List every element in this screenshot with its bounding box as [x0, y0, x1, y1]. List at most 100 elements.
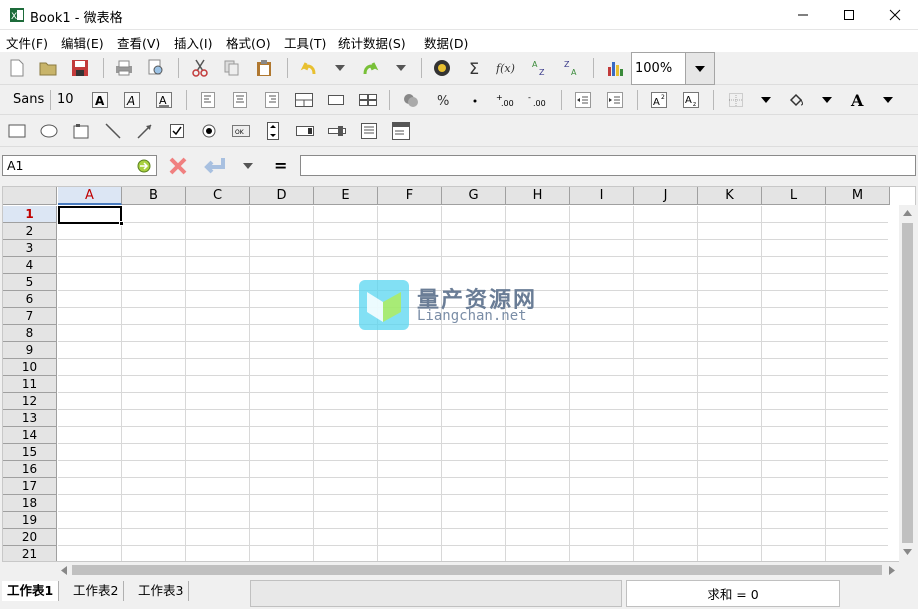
- chart-icon[interactable]: [603, 56, 627, 80]
- row-header[interactable]: 21: [3, 546, 57, 561]
- column-header[interactable]: L: [762, 187, 826, 205]
- row-header[interactable]: 2: [3, 223, 57, 240]
- open-folder-icon[interactable]: [36, 56, 60, 80]
- column-header[interactable]: H: [506, 187, 570, 205]
- sheet-tab-1[interactable]: 工作表1: [2, 581, 60, 601]
- row-header[interactable]: 17: [3, 478, 57, 495]
- spreadsheet-grid[interactable]: ABCDEFGHIJKLM 1 2 3 4 5 6 7 8 9 10 11 12 13 14 15 16 17 1…: [2, 186, 916, 562]
- row-header[interactable]: 16: [3, 461, 57, 478]
- rectangle-icon[interactable]: [5, 119, 29, 143]
- zoom-input[interactable]: [631, 52, 686, 85]
- merge-cells-icon[interactable]: [292, 88, 316, 112]
- menu-tools[interactable]: 工具(T): [284, 33, 326, 52]
- decrease-indent-icon[interactable]: [571, 88, 595, 112]
- font-name-selector[interactable]: Sans: [13, 92, 44, 107]
- vertical-scroll-thumb[interactable]: [902, 223, 913, 543]
- sum-icon[interactable]: Σ: [463, 56, 487, 80]
- redo-dropdown-icon[interactable]: [389, 56, 413, 80]
- radio-button-icon[interactable]: [197, 119, 221, 143]
- fill-color-icon[interactable]: [784, 88, 808, 112]
- center-across-icon[interactable]: [324, 88, 348, 112]
- fill-handle[interactable]: [119, 221, 124, 226]
- align-right-icon[interactable]: [260, 88, 284, 112]
- horizontal-scrollbar[interactable]: [57, 562, 899, 578]
- arrow-icon[interactable]: [133, 119, 157, 143]
- print-preview-icon[interactable]: [144, 56, 168, 80]
- list-widget-icon[interactable]: [357, 119, 381, 143]
- row-header[interactable]: 8: [3, 325, 57, 342]
- column-header[interactable]: E: [314, 187, 378, 205]
- close-button[interactable]: [872, 0, 918, 30]
- frame-icon[interactable]: [69, 119, 93, 143]
- slider-widget-icon[interactable]: [325, 119, 349, 143]
- menu-insert[interactable]: 插入(I): [174, 33, 212, 52]
- column-header[interactable]: C: [186, 187, 250, 205]
- column-header[interactable]: K: [698, 187, 762, 205]
- copy-icon[interactable]: [220, 56, 244, 80]
- split-cells-icon[interactable]: [356, 88, 380, 112]
- scroll-left-icon[interactable]: [61, 566, 67, 575]
- row-header[interactable]: 12: [3, 393, 57, 410]
- undo-dropdown-icon[interactable]: [328, 56, 352, 80]
- goal-seek-icon[interactable]: [430, 56, 454, 80]
- function-icon[interactable]: f(x): [495, 56, 519, 80]
- sort-ascending-icon[interactable]: AZ: [527, 56, 551, 80]
- sort-descending-icon[interactable]: ZA: [559, 56, 583, 80]
- increase-indent-icon[interactable]: [603, 88, 627, 112]
- font-color-dropdown-icon[interactable]: [876, 88, 900, 112]
- horizontal-scroll-thumb[interactable]: [72, 565, 882, 575]
- column-header[interactable]: I: [570, 187, 634, 205]
- save-icon[interactable]: [68, 56, 92, 80]
- align-left-icon[interactable]: [196, 88, 220, 112]
- menu-data[interactable]: 数据(D): [424, 33, 468, 52]
- percent-format-icon[interactable]: %: [431, 88, 455, 112]
- menu-format[interactable]: 格式(O): [226, 33, 271, 52]
- borders-dropdown-icon[interactable]: [754, 88, 778, 112]
- row-header[interactable]: 19: [3, 512, 57, 529]
- formula-equals-label[interactable]: =: [274, 156, 287, 175]
- currency-format-icon[interactable]: [399, 88, 423, 112]
- new-file-icon[interactable]: [5, 56, 29, 80]
- font-color-icon[interactable]: A: [846, 88, 870, 112]
- sheet-tab-3[interactable]: 工作表3: [133, 581, 190, 601]
- subscript-icon[interactable]: Az: [679, 88, 703, 112]
- bold-icon[interactable]: A: [88, 88, 112, 112]
- menu-view[interactable]: 查看(V): [117, 33, 160, 52]
- zoom-dropdown-button[interactable]: [685, 52, 715, 85]
- column-header[interactable]: D: [250, 187, 314, 205]
- cancel-entry-icon[interactable]: [168, 156, 188, 176]
- menu-file[interactable]: 文件(F): [6, 33, 48, 52]
- ellipse-icon[interactable]: [37, 119, 61, 143]
- thousands-separator-icon[interactable]: [463, 88, 487, 112]
- scroll-down-icon[interactable]: [903, 549, 912, 555]
- line-icon[interactable]: [101, 119, 125, 143]
- row-header[interactable]: 4: [3, 257, 57, 274]
- increase-decimals-icon[interactable]: + .00: [495, 88, 519, 112]
- minimize-button[interactable]: [780, 0, 826, 30]
- row-header[interactable]: 13: [3, 410, 57, 427]
- print-icon[interactable]: [112, 56, 136, 80]
- scroll-up-icon[interactable]: [903, 210, 912, 216]
- font-size-selector[interactable]: 10: [57, 92, 74, 107]
- maximize-button[interactable]: [826, 0, 872, 30]
- scrollbar-widget-icon[interactable]: [293, 119, 317, 143]
- column-header[interactable]: B: [122, 187, 186, 205]
- italic-icon[interactable]: A: [120, 88, 144, 112]
- column-header[interactable]: G: [442, 187, 506, 205]
- formula-input[interactable]: [300, 155, 916, 176]
- align-center-icon[interactable]: [228, 88, 252, 112]
- row-header[interactable]: 18: [3, 495, 57, 512]
- superscript-icon[interactable]: A2: [647, 88, 671, 112]
- row-header[interactable]: 1: [3, 206, 57, 223]
- row-header[interactable]: 20: [3, 529, 57, 546]
- column-header[interactable]: F: [378, 187, 442, 205]
- underline-icon[interactable]: A: [152, 88, 176, 112]
- cell-area[interactable]: [58, 206, 888, 561]
- row-header[interactable]: 6: [3, 291, 57, 308]
- menu-edit[interactable]: 编辑(E): [61, 33, 104, 52]
- row-header[interactable]: 3: [3, 240, 57, 257]
- sheet-tab-2[interactable]: 工作表2: [68, 581, 125, 601]
- column-header[interactable]: M: [826, 187, 890, 205]
- row-header[interactable]: 14: [3, 427, 57, 444]
- borders-icon[interactable]: [724, 88, 748, 112]
